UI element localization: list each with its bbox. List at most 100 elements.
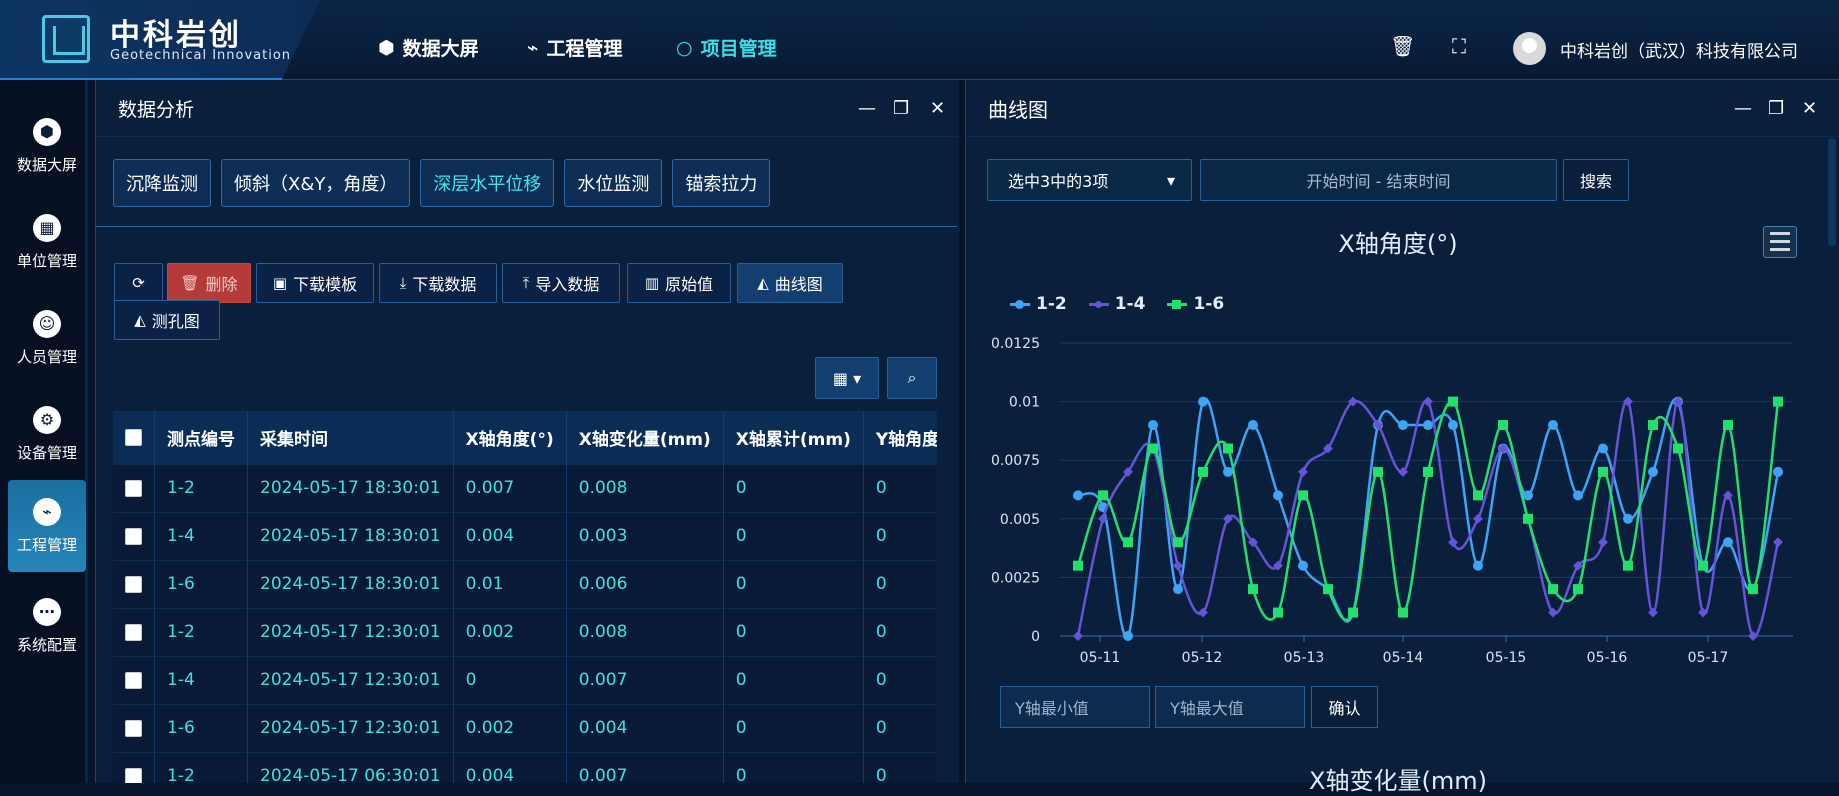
data-point-1-4 <box>1598 537 1608 548</box>
table-row[interactable]: 1-4 2024-05-17 18:30:01 0.004 0.003 0 0 <box>113 511 937 560</box>
data-point-1-6 <box>1423 466 1433 477</box>
date-range-input[interactable]: 开始时间 - 结束时间 <box>1200 159 1557 201</box>
nav-engineering[interactable]: ⌁ 工程管理 <box>527 34 622 61</box>
col-point-id[interactable]: 测点编号 <box>154 411 248 464</box>
sidebar-item-data-screen[interactable]: ⬢ 数据大屏 <box>8 100 86 192</box>
col-x-change[interactable]: X轴变化量(mm) <box>566 411 724 464</box>
close-icon[interactable]: ✕ <box>1802 98 1817 119</box>
data-point-1-6 <box>1623 560 1633 571</box>
import-data-button[interactable]: ⤒ 导入数据 <box>502 263 620 303</box>
search-button[interactable]: 搜索 <box>1563 159 1629 201</box>
maximize-icon[interactable]: ❐ <box>893 98 909 119</box>
minimize-icon[interactable]: — <box>858 98 876 119</box>
maximize-icon[interactable]: ❐ <box>1768 98 1784 119</box>
row-checkbox[interactable] <box>125 671 142 689</box>
table-row[interactable]: 1-2 2024-05-17 12:30:01 0.002 0.008 0 0 <box>113 607 937 656</box>
table-search-button[interactable]: ⌕ <box>887 357 937 399</box>
point-select[interactable]: 选中3中的3项 ▾ <box>987 159 1192 201</box>
sidebar-item-label: 系统配置 <box>16 636 77 654</box>
hole-chart-button[interactable]: ◭ 测孔图 <box>114 300 220 340</box>
chart-icon: ⌁ <box>527 36 539 59</box>
data-point-1-6 <box>1673 443 1683 454</box>
table-row[interactable]: 1-6 2024-05-17 18:30:01 0.01 0.006 0 0 <box>113 559 937 608</box>
x-tick-label: 05-15 <box>1486 650 1527 666</box>
row-checkbox[interactable] <box>125 527 142 545</box>
tab-anchor-tension[interactable]: 锚索拉力 <box>672 159 771 207</box>
data-point-1-6 <box>1748 584 1758 595</box>
fullscreen-icon[interactable]: ⛶ <box>1452 34 1466 58</box>
download-data-button[interactable]: ⤓ 下载数据 <box>379 263 497 303</box>
trash-icon[interactable]: 🗑 <box>1390 34 1415 58</box>
delete-button[interactable]: 🗑 删除 <box>167 263 251 303</box>
tab-settlement[interactable]: 沉降监测 <box>113 159 211 207</box>
row-checkbox[interactable] <box>125 719 142 737</box>
row-checkbox[interactable] <box>125 623 142 641</box>
col-x-cumulative[interactable]: X轴累计(mm) <box>723 411 864 464</box>
sidebar-item-engineering[interactable]: ⌁ 工程管理 <box>8 480 86 572</box>
data-point-1-2 <box>1223 466 1233 477</box>
avatar[interactable] <box>1513 32 1546 65</box>
nav-data-screen[interactable]: ⬢ 数据大屏 <box>378 34 479 61</box>
data-point-1-6 <box>1398 607 1408 618</box>
company-name[interactable]: 中科岩创（武汉）科技有限公司 <box>1560 37 1798 62</box>
close-icon[interactable]: ✕ <box>930 98 945 119</box>
confirm-button[interactable]: 确认 <box>1311 686 1378 728</box>
cell: 1-2 <box>154 463 248 512</box>
raw-values-button[interactable]: ▥ 原始值 <box>627 263 731 303</box>
chart-menu-button[interactable] <box>1763 226 1797 258</box>
y-min-input[interactable]: Y轴最小值 <box>1000 686 1150 728</box>
col-x-angle[interactable]: X轴角度(°) <box>453 411 567 464</box>
tab-water-level[interactable]: 水位监测 <box>564 159 663 207</box>
col-collect-time[interactable]: 采集时间 <box>247 411 454 464</box>
divider <box>95 226 957 227</box>
y-tick-label: 0 <box>1031 629 1040 645</box>
download-template-button[interactable]: ▣ 下载模板 <box>256 263 374 303</box>
grid-icon: ▦ ▾ <box>832 368 862 388</box>
tab-tilt[interactable]: 倾斜（X&Y，角度） <box>221 159 411 207</box>
legend-item-1-4[interactable]: 1-4 <box>1088 294 1145 314</box>
data-point-1-6 <box>1573 584 1583 595</box>
cell: 1-6 <box>154 703 248 752</box>
y-max-input[interactable]: Y轴最大值 <box>1155 686 1305 728</box>
cell: 0 <box>863 655 937 704</box>
sidebar-item-system[interactable]: ⋯ 系统配置 <box>8 580 86 672</box>
column-toggle-button[interactable]: ▦ ▾ <box>815 357 879 399</box>
row-checkbox[interactable] <box>125 479 142 497</box>
trash-icon: 🗑 <box>180 274 200 292</box>
table-row[interactable]: 1-4 2024-05-17 12:30:01 0 0.007 0 0 <box>113 655 937 704</box>
x-tick-label: 05-14 <box>1383 650 1424 666</box>
dots-icon: ⋯ <box>33 598 61 626</box>
panel-scrollbar[interactable] <box>1828 138 1836 246</box>
data-point-1-2 <box>1198 396 1208 407</box>
sidebar-item-devices[interactable]: ⚙ 设备管理 <box>8 388 86 480</box>
bar-chart-icon: ▥ <box>644 274 660 292</box>
tab-deep-horizontal-displacement[interactable]: 深层水平位移 <box>420 159 555 207</box>
sidebar-item-label: 工程管理 <box>16 536 77 554</box>
data-point-1-2 <box>1423 420 1433 431</box>
cell: 1-2 <box>154 607 248 656</box>
data-point-1-6 <box>1123 537 1133 548</box>
row-checkbox[interactable] <box>125 767 142 783</box>
cell: 0.004 <box>453 511 567 560</box>
cell: 2024-05-17 12:30:01 <box>247 703 454 752</box>
table-row[interactable]: 1-2 2024-05-17 18:30:01 0.007 0.008 0 0 <box>113 463 937 512</box>
curve-chart-button[interactable]: ◭ 曲线图 <box>737 263 843 303</box>
select-all-checkbox[interactable] <box>125 428 142 446</box>
col-y-angle[interactable]: Y轴角度(°) <box>863 411 937 464</box>
cell: 2024-05-17 12:30:01 <box>247 655 454 704</box>
legend-item-1-6[interactable]: 1-6 <box>1167 294 1224 314</box>
table-row[interactable]: 1-6 2024-05-17 12:30:01 0.002 0.004 0 0 <box>113 703 937 752</box>
brand: 中科岩创 Geotechnical Innovation <box>0 0 320 80</box>
table-row[interactable]: 1-2 2024-05-17 06:30:01 0.004 0.007 0 0 <box>113 751 937 783</box>
minimize-icon[interactable]: — <box>1734 98 1752 119</box>
sidebar-item-units[interactable]: ▦ 单位管理 <box>8 196 86 288</box>
sidebar-item-personnel[interactable]: ☺ 人员管理 <box>8 292 86 384</box>
nav-project[interactable]: ○ 项目管理 <box>676 34 777 61</box>
next-chart-title: X轴变化量(mm) <box>1309 767 1487 795</box>
data-point-1-2 <box>1448 420 1458 431</box>
x-tick-label: 05-11 <box>1080 650 1121 666</box>
refresh-button[interactable]: ⟳ <box>114 263 163 303</box>
monitoring-tabs: 沉降监测 倾斜（X&Y，角度） 深层水平位移 水位监测 锚索拉力 <box>113 159 771 207</box>
legend-item-1-2[interactable]: 1-2 <box>1010 294 1067 314</box>
row-checkbox[interactable] <box>125 575 142 593</box>
